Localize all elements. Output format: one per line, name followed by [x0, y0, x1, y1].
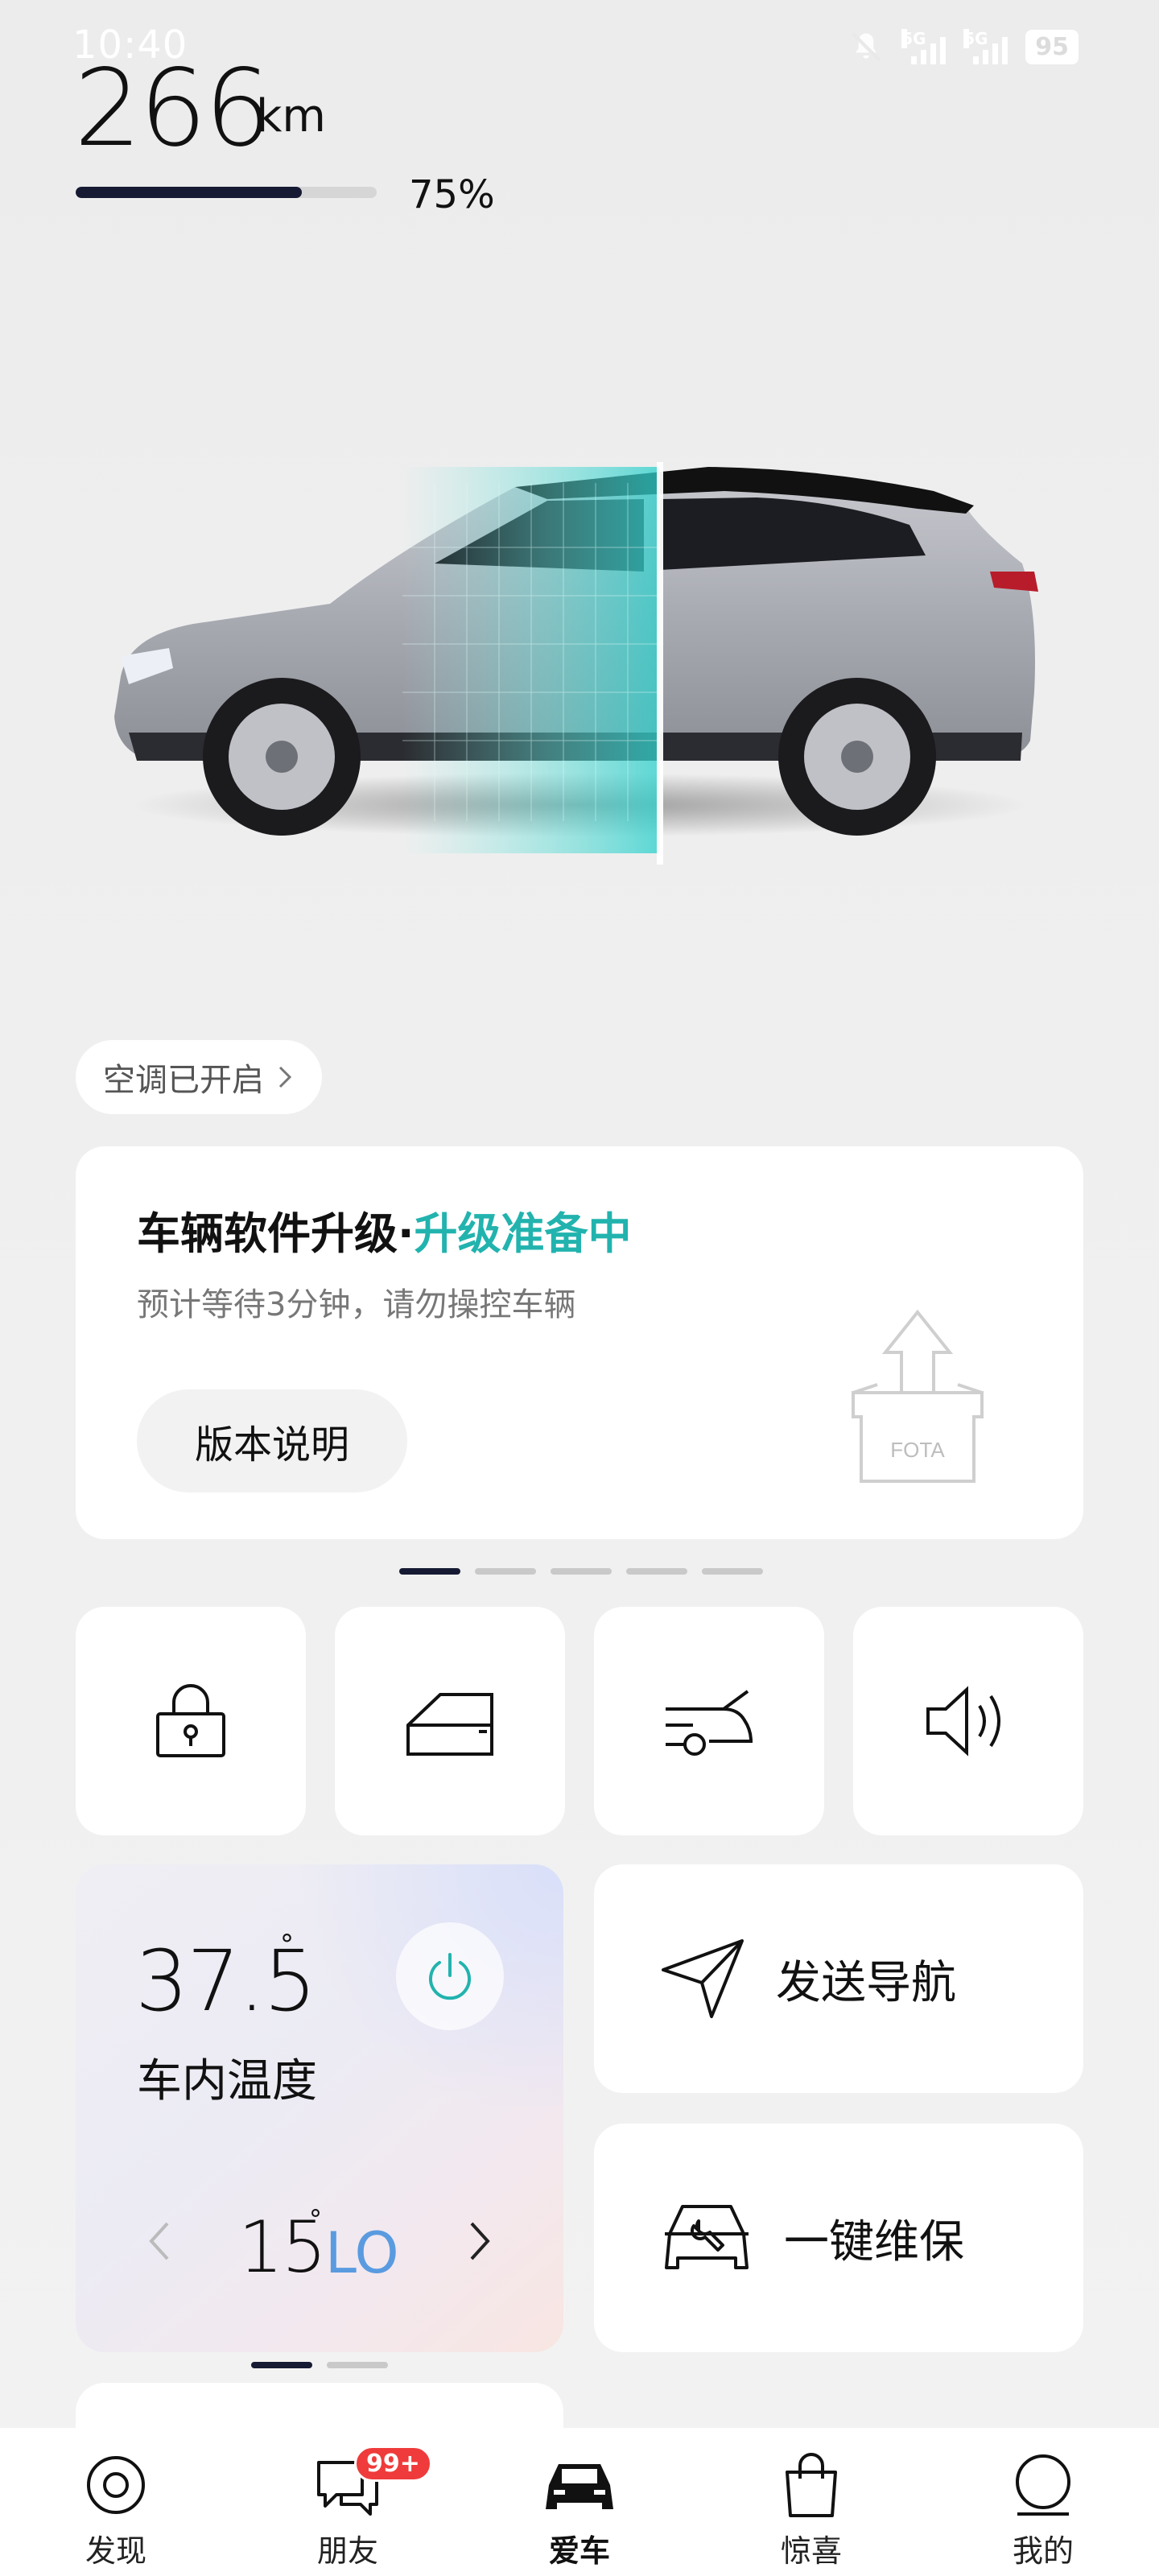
tab-profile[interactable]: 我的 [972, 2428, 1114, 2576]
card-pager [399, 1568, 763, 1575]
front-wheel [203, 678, 361, 836]
shopping-bag-icon [786, 2453, 837, 2517]
car-icon [546, 2464, 613, 2509]
rear-wheel [778, 678, 936, 836]
pager-dot[interactable] [626, 1568, 687, 1575]
temperature-increase-button[interactable] [465, 2219, 494, 2276]
tab-surprise[interactable]: 惊喜 [740, 2428, 882, 2576]
upgrade-status: 升级准备中 [414, 1208, 632, 1259]
set-temperature-mode: LO [325, 2220, 399, 2286]
temperature-decrease-button[interactable] [145, 2219, 174, 2276]
pager-dot[interactable] [551, 1568, 612, 1575]
chevron-left-icon [149, 2222, 169, 2260]
car-maintenance-icon [665, 2205, 749, 2269]
upgrade-title: 车辆软件升级·升级准备中 [137, 1198, 632, 1261]
tab-friends[interactable]: 99+ 朋友 [277, 2428, 432, 2576]
maintenance-label: 一键维保 [784, 2215, 964, 2268]
send-navigation-button[interactable]: 发送导航 [594, 1864, 1083, 2093]
battery-level: 95 [1035, 32, 1069, 61]
trunk-icon [666, 1690, 753, 1756]
upgrade-title-text: 车辆软件升级 [137, 1208, 398, 1259]
discover-icon [87, 2456, 145, 2514]
unread-badge: 99+ [354, 2446, 432, 2482]
horn-button[interactable] [853, 1607, 1083, 1835]
climate-pager [251, 2362, 388, 2368]
ac-status-label: 空调已开启 [103, 1062, 264, 1099]
lock-icon [156, 1684, 225, 1757]
range-unit: km [256, 90, 326, 142]
profile-icon [1016, 2454, 1070, 2516]
upgrade-title-separator: · [398, 1208, 415, 1259]
pager-dot[interactable] [475, 1568, 536, 1575]
fota-upload-icon: FOTA [852, 1309, 984, 1483]
cabin-temperature-unit: ° [280, 1929, 294, 1961]
speaker-icon [926, 1686, 1000, 1757]
cabin-temperature-label: 车内温度 [137, 2055, 317, 2107]
maintenance-button[interactable]: 一键维保 [594, 2124, 1083, 2352]
network-type-label: 5G [901, 29, 926, 48]
car-window-icon [406, 1693, 493, 1756]
pager-dot[interactable] [327, 2362, 388, 2368]
battery-icon: 95 [1025, 29, 1079, 64]
pager-dot[interactable] [399, 1568, 460, 1575]
battery-progress-fill [76, 187, 302, 198]
range-value: 266 [74, 47, 272, 171]
send-navigation-icon [662, 1939, 744, 2018]
lock-button[interactable] [76, 1607, 306, 1835]
tab-my-car[interactable]: 爱车 [509, 2428, 650, 2576]
send-navigation-label: 发送导航 [776, 1956, 956, 2009]
chevron-right-icon [470, 2222, 490, 2260]
mute-icon [852, 31, 881, 62]
pager-dot[interactable] [702, 1568, 763, 1575]
battery-progress-bar [76, 187, 377, 198]
tab-label: 朋友 [316, 2533, 378, 2569]
signal-icon: 5G [963, 29, 1008, 64]
battery-percent: 75% [409, 172, 495, 217]
bottom-tab-bar: 发现 99+ 朋友 爱车 惊喜 我的 [0, 2428, 1159, 2576]
version-notes-button[interactable]: 版本说明 [137, 1389, 407, 1492]
tab-label: 爱车 [548, 2533, 610, 2569]
tab-label: 发现 [85, 2533, 146, 2569]
trunk-button[interactable] [594, 1607, 824, 1835]
upgrade-subtitle: 预计等待3分钟，请勿操控车辆 [137, 1286, 576, 1323]
window-button[interactable] [335, 1607, 565, 1835]
tab-discover[interactable]: 发现 [45, 2428, 187, 2576]
fota-label: FOTA [890, 1438, 945, 1462]
tab-label: 惊喜 [780, 2533, 842, 2569]
signal-icon: 5G [901, 29, 947, 64]
tab-label: 我的 [1012, 2533, 1074, 2569]
ac-status-pill[interactable]: 空调已开启 [76, 1040, 322, 1114]
power-icon [429, 1953, 471, 2000]
car-illustration[interactable] [97, 451, 1062, 869]
status-icons: 5G 5G 95 [848, 29, 1079, 64]
chevron-right-icon [278, 1066, 292, 1088]
set-temperature-unit: ° [309, 2204, 322, 2235]
climate-power-button[interactable] [396, 1922, 504, 2030]
network-type-label: 5G [963, 29, 988, 48]
pager-dot[interactable] [251, 2362, 312, 2368]
